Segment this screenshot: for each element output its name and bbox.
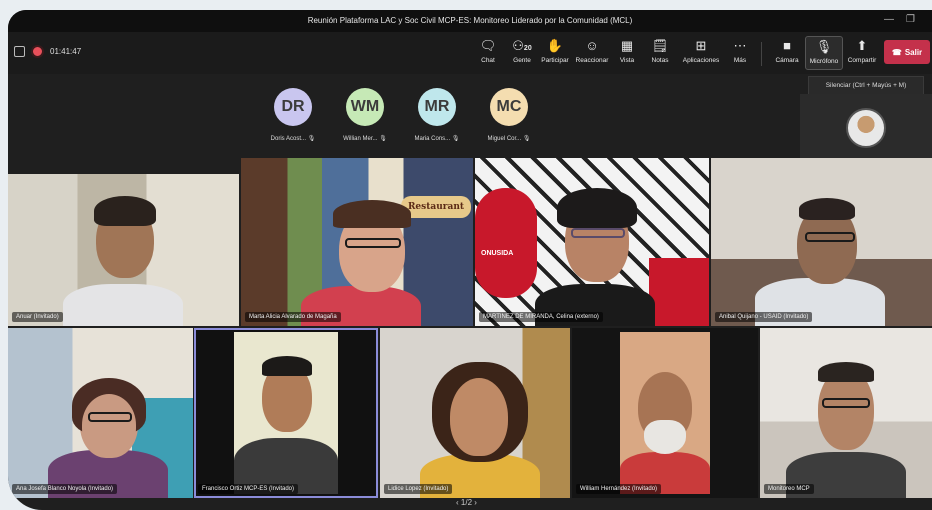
notes-button[interactable]: 🗒 Notas <box>640 38 680 64</box>
page-indicator: 1/2 <box>460 498 473 507</box>
video-tile[interactable]: ONUSIDA MARTINEZ DE MIRANDA, Celina (ext… <box>475 158 709 326</box>
participant-avatar[interactable]: MC Miguel Cor... 🎙 <box>474 88 544 142</box>
share-icon: ⬆ <box>856 38 868 53</box>
video-tile[interactable]: William Hernández (Invitado) <box>572 328 758 498</box>
avatar-initials: MC <box>490 88 528 126</box>
video-tile[interactable]: Lidice Lopez (Invitado) <box>380 328 570 498</box>
video-tile[interactable]: Anibal Quijano - USAID (Invitado) <box>711 158 932 326</box>
mic-button[interactable]: 🎙 Micrófono <box>805 36 843 70</box>
participant-name: Francisco Ortiz MCP-ES (Invitado) <box>198 484 299 494</box>
recording-status: 01:41:47 <box>14 45 81 58</box>
more-icon: ⋯ <box>733 38 747 53</box>
meeting-timer: 01:41:47 <box>50 47 82 56</box>
participant-avatar[interactable]: DR Doris Acost... 🎙 <box>258 88 328 142</box>
avatar-name: Willian Mer... 🎙 <box>343 136 387 142</box>
video-tile[interactable]: Restaurant Marta Alicia Alvarado de Maga… <box>241 158 473 326</box>
avatar-name: Miguel Cor... 🎙 <box>487 136 531 142</box>
participant-name: Ana Josefa Blanco Noyola (Invitado) <box>12 484 118 494</box>
restore-icon[interactable]: ❐ <box>906 14 915 25</box>
react-icon: ☺ <box>585 38 599 53</box>
teams-meeting-window: Reunión Plataforma LAC y Soc Civil MCP-E… <box>8 10 932 510</box>
title-bar: Reunión Plataforma LAC y Soc Civil MCP-E… <box>8 10 932 32</box>
mic-icon: 🎙 <box>815 39 833 54</box>
shield-icon <box>14 46 25 57</box>
avatar-initials: MR <box>418 88 456 126</box>
participant-avatar[interactable]: WM Willian Mer... 🎙 <box>330 88 400 142</box>
camera-icon: ■ <box>783 38 791 53</box>
phone-hangup-icon: ☎ <box>891 47 902 57</box>
avatar-initials: WM <box>346 88 384 126</box>
share-button[interactable]: ⬆ Compartir <box>842 38 882 64</box>
chevron-right-icon[interactable]: › <box>474 498 477 507</box>
restaurant-sign: Restaurant <box>401 196 471 218</box>
onusida-text: ONUSIDA <box>481 250 514 257</box>
mic-muted-icon: 🎙 <box>522 136 531 142</box>
more-button[interactable]: ⋯ Más <box>720 38 760 64</box>
participant-avatar[interactable]: MR Maria Cons... 🎙 <box>402 88 472 142</box>
leave-button[interactable]: ☎ Salir <box>884 40 930 64</box>
raise-hand-icon: ✋ <box>546 38 564 53</box>
participant-name: Anuar (Invitado) <box>12 312 63 322</box>
chevron-left-icon[interactable]: ‹ <box>456 498 459 507</box>
mic-muted-icon: 🎙 <box>307 136 316 142</box>
apps-icon: ⊞ <box>695 38 707 53</box>
mic-muted-icon: 🎙 <box>379 136 387 142</box>
video-tile-active-speaker[interactable]: Francisco Ortiz MCP-ES (Invitado) <box>194 328 378 498</box>
participant-name: William Hernández (Invitado) <box>576 484 662 494</box>
mic-muted-icon: 🎙 <box>451 136 460 142</box>
participant-name: Monitoreo MCP <box>764 484 814 494</box>
toolbar-divider <box>761 42 762 66</box>
avatar-name: Doris Acost... 🎙 <box>270 136 316 142</box>
meeting-toolbar: 01:41:47 🗨 Chat ⚇20 Gente ✋ Participar ☺… <box>8 32 932 74</box>
minimize-icon[interactable]: — <box>884 14 894 25</box>
apps-button[interactable]: ⊞ Aplicaciones <box>681 38 721 64</box>
avatar-name: Maria Cons... 🎙 <box>414 136 460 142</box>
avatar-initials: DR <box>274 88 312 126</box>
react-button[interactable]: ☺ Reaccionar <box>572 38 612 64</box>
raise-hand-button[interactable]: ✋ Participar <box>535 38 575 64</box>
participant-name: Marta Alicia Alvarado de Magaña <box>245 312 341 322</box>
mute-tooltip: Silenciar (Ctrl + Mayús + M) <box>808 76 924 96</box>
gallery-pager[interactable]: ‹ 1/2 › <box>456 498 477 507</box>
notes-icon: 🗒 <box>651 38 669 53</box>
self-avatar <box>846 108 886 148</box>
self-view[interactable] <box>800 94 932 158</box>
video-tile[interactable]: Monitoreo MCP <box>760 328 932 498</box>
meeting-title: Reunión Plataforma LAC y Soc Civil MCP-E… <box>307 16 633 25</box>
participant-name: Anibal Quijano - USAID (Invitado) <box>715 312 813 322</box>
camera-button[interactable]: ■ Cámara <box>767 38 807 64</box>
participant-name: Lidice Lopez (Invitado) <box>384 484 453 494</box>
recording-icon <box>31 45 44 58</box>
participant-name: MARTINEZ DE MIRANDA, Celina (externo) <box>479 312 603 322</box>
video-tile[interactable]: Ana Josefa Blanco Noyola (Invitado) <box>8 328 193 498</box>
video-tile[interactable]: Anuar (Invitado) <box>8 174 239 326</box>
people-count: 20 <box>523 45 532 52</box>
